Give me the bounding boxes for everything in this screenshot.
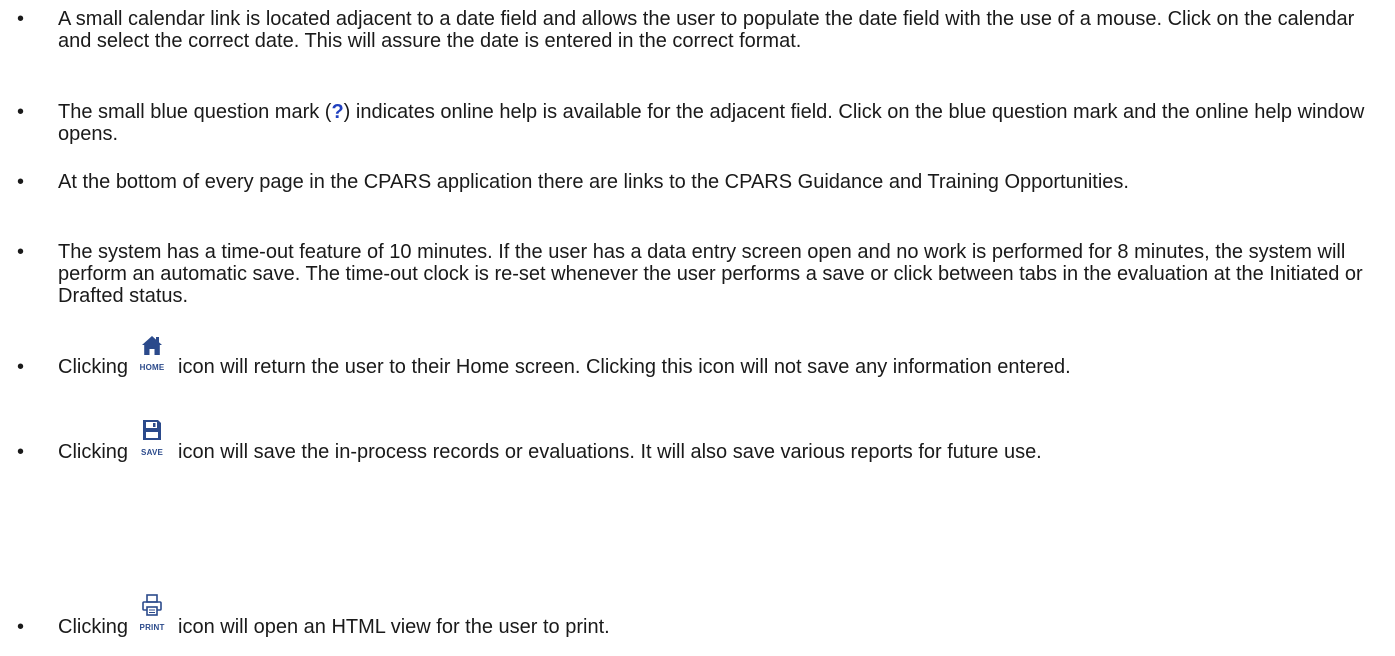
question-mark-icon: ? bbox=[331, 101, 344, 123]
save-icon: SAVE bbox=[134, 420, 170, 458]
bullet-text-before: Clicking bbox=[58, 441, 129, 463]
bullet-text: Clicking PRINT icon will open an HTML view… bbox=[58, 594, 1383, 638]
icon-caption: PRINT bbox=[139, 623, 165, 632]
bullet-point: • bbox=[17, 441, 25, 463]
print-icon: PRINT bbox=[134, 594, 170, 633]
bullet-text-before: Clicking bbox=[58, 356, 129, 378]
bullet-point: • bbox=[17, 616, 25, 638]
bullet-text: The small blue question mark (?) indicat… bbox=[58, 101, 1383, 145]
home-icon: HOME bbox=[134, 336, 170, 373]
bullet-text-after: icon will open an HTML view for the user… bbox=[178, 616, 610, 638]
bullet-text: Clicking HOME icon will return the user to… bbox=[58, 336, 1383, 378]
bullet-point: • bbox=[17, 8, 25, 30]
bullet-point: • bbox=[17, 101, 25, 123]
bullet-text-before: The small blue question mark ( bbox=[58, 101, 332, 123]
bullet-text: At the bottom of every page in the CPARS… bbox=[58, 171, 1129, 193]
bullet-text-after: icon will return the user to their Home … bbox=[178, 356, 1071, 378]
bullet-text-after: icon will save the in-process records or… bbox=[178, 441, 1042, 463]
icon-caption: HOME bbox=[139, 363, 165, 372]
bullet-text: The system has a time-out feature of 10 … bbox=[58, 241, 1363, 307]
icon-caption: SAVE bbox=[141, 448, 164, 457]
bullet-text: A small calendar link is located adjacen… bbox=[58, 8, 1355, 52]
bullet-text: Clicking SAVE icon will save the in-proces… bbox=[58, 420, 1383, 463]
bullet-text-before: Clicking bbox=[58, 616, 129, 638]
bullet-point: • bbox=[17, 356, 25, 378]
document-page: • A small calendar link is located adjac… bbox=[0, 0, 1395, 656]
bullet-point: • bbox=[17, 241, 25, 263]
bullet-point: • bbox=[17, 171, 25, 193]
